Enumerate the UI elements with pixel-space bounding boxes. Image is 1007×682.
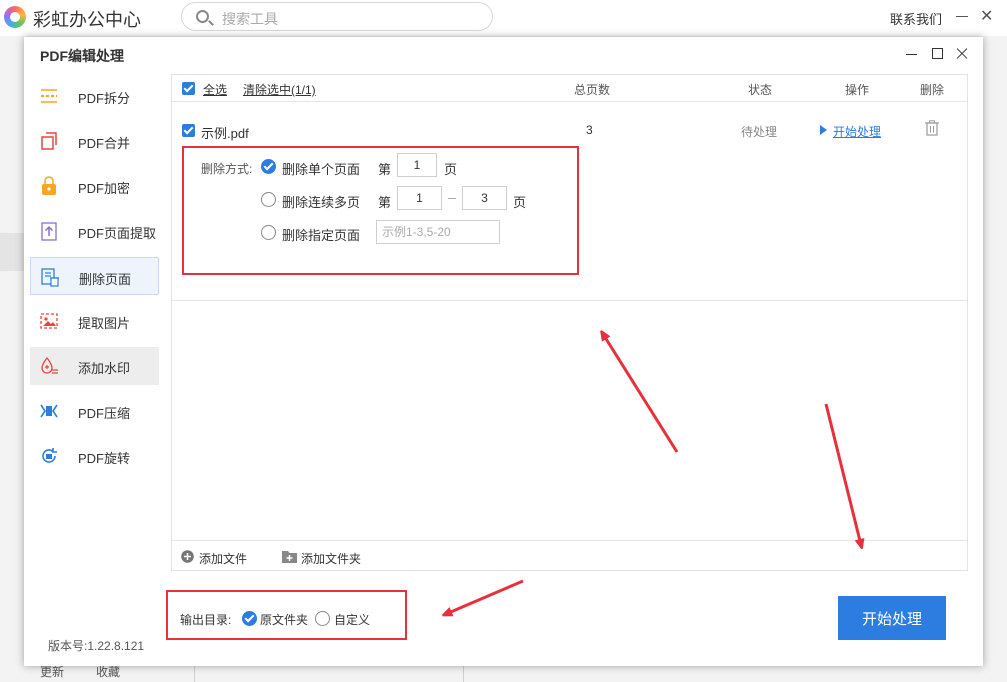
sidebar-item-page-extract[interactable]: PDF页面提取 — [30, 212, 159, 250]
sidebar-item-pdf-split[interactable]: PDF拆分 — [30, 77, 159, 115]
add-files-bar: 添加文件 添加文件夹 — [172, 540, 967, 571]
version-label: 版本号:1.22.8.121 — [48, 639, 145, 653]
delete-page-icon — [41, 268, 59, 287]
sidebar-item-pdf-encrypt[interactable]: PDF加密 — [30, 167, 159, 205]
extract-page-icon — [41, 222, 57, 241]
sidebar-item-add-watermark[interactable]: 添加水印 — [30, 347, 159, 385]
background-sidebar-highlight — [0, 233, 24, 271]
sidebar-item-label: 提取图片 — [78, 316, 131, 331]
column-header-pages: 总页数 — [574, 83, 611, 97]
clear-selected-link[interactable]: 清除选中(1/1) — [243, 81, 316, 98]
add-file-button[interactable]: 添加文件 — [199, 550, 247, 567]
column-header-action: 操作 — [845, 83, 870, 97]
play-icon[interactable] — [820, 125, 827, 135]
compress-icon — [40, 404, 58, 418]
dialog-title: PDF编辑处理 — [40, 48, 124, 64]
sidebar-item-label: 删除页面 — [79, 272, 132, 287]
maximize-icon[interactable] — [928, 45, 946, 63]
trash-icon[interactable] — [924, 120, 940, 136]
annotation-box-output-dir — [166, 590, 407, 640]
sidebar-item-label: PDF压缩 — [78, 406, 131, 421]
app-logo-icon — [4, 6, 26, 28]
annotation-box-delete-options — [182, 146, 579, 275]
sidebar-item-pdf-compress[interactable]: PDF压缩 — [30, 392, 159, 430]
close-icon[interactable] — [953, 45, 971, 63]
merge-icon — [41, 132, 57, 150]
sidebar-item-label: PDF合并 — [78, 136, 131, 151]
watermark-icon — [41, 356, 58, 374]
row-divider — [172, 300, 967, 301]
column-header-delete: 删除 — [920, 83, 945, 97]
app-close-icon[interactable]: ✕ — [980, 6, 993, 26]
rotate-icon — [42, 448, 57, 463]
add-file-icon — [181, 550, 194, 563]
column-header-status: 状态 — [748, 83, 773, 97]
lock-icon — [42, 176, 56, 195]
start-process-button[interactable]: 开始处理 — [838, 596, 946, 640]
image-icon — [40, 313, 58, 329]
add-folder-button[interactable]: 添加文件夹 — [301, 550, 361, 567]
pdf-edit-dialog: PDF编辑处理 PDF拆分 PDF合并 PDF加密 PDF页面提取 删除页面 提… — [24, 37, 983, 666]
sidebar-item-label: PDF加密 — [78, 181, 131, 196]
sidebar-item-pdf-rotate[interactable]: PDF旋转 — [30, 437, 159, 475]
sidebar-item-label: 添加水印 — [78, 361, 131, 376]
app-titlebar: 彩虹办公中心 搜索工具 联系我们 ✕ — [0, 0, 1007, 36]
select-all-checkbox[interactable] — [182, 82, 195, 95]
search-input[interactable]: 搜索工具 — [181, 2, 493, 31]
search-placeholder: 搜索工具 — [222, 11, 278, 27]
sidebar-item-label: PDF旋转 — [78, 451, 131, 466]
sidebar-item-pdf-merge[interactable]: PDF合并 — [30, 122, 159, 160]
start-process-link[interactable]: 开始处理 — [833, 123, 881, 140]
table-header: 全选 清除选中(1/1) 总页数 状态 操作 删除 — [172, 75, 967, 102]
sidebar-item-label: PDF拆分 — [78, 91, 131, 106]
app-minimize-icon[interactable] — [956, 16, 968, 17]
sidebar-item-delete-page[interactable]: 删除页面 — [30, 257, 159, 295]
file-status: 待处理 — [741, 125, 778, 139]
select-all-link[interactable]: 全选 — [203, 81, 227, 98]
file-page-count: 3 — [586, 123, 593, 137]
background-divider — [194, 666, 974, 682]
sidebar-item-label: PDF页面提取 — [78, 226, 157, 241]
search-icon — [196, 10, 209, 23]
file-name: 示例.pdf — [201, 126, 249, 141]
add-folder-icon — [282, 551, 297, 563]
minimize-icon[interactable] — [903, 45, 921, 63]
app-title: 彩虹办公中心 — [33, 10, 141, 30]
split-icon — [41, 89, 57, 103]
sidebar-item-extract-image[interactable]: 提取图片 — [30, 302, 159, 340]
contact-link[interactable]: 联系我们 — [890, 9, 942, 28]
file-row-checkbox[interactable] — [182, 124, 195, 137]
